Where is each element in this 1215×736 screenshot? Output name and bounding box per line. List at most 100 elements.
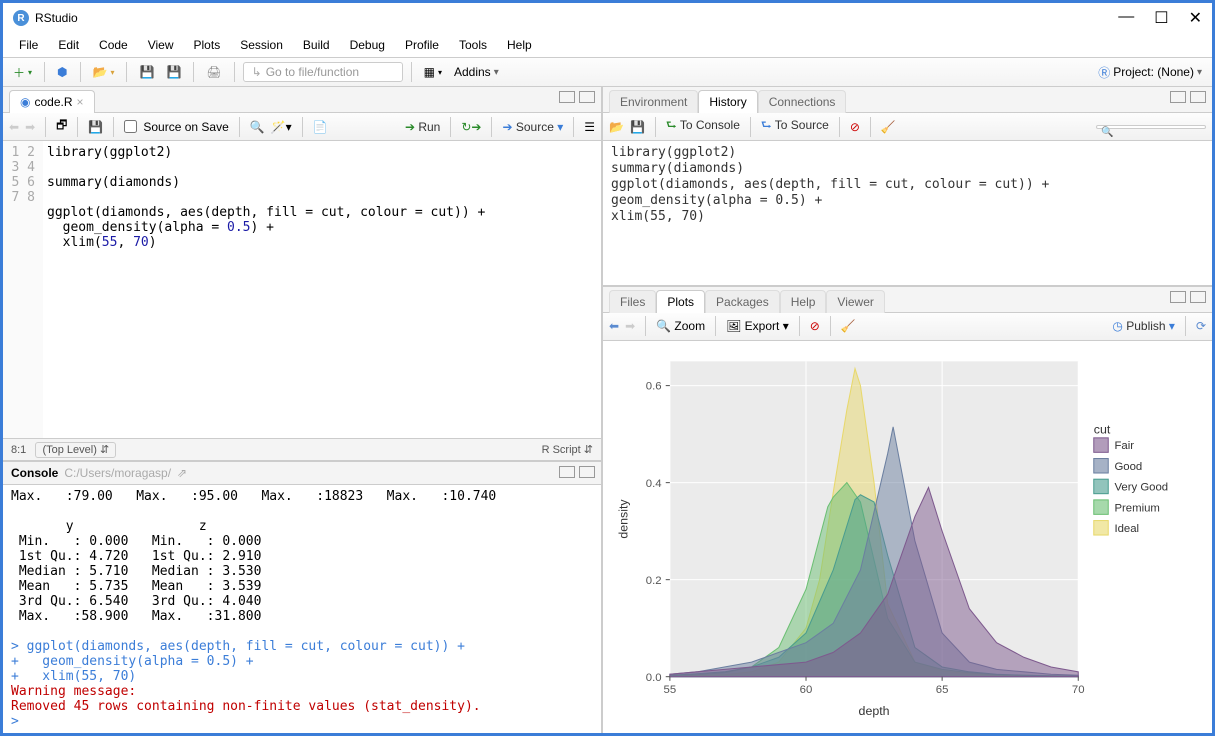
svg-text:65: 65 xyxy=(936,684,949,696)
project-dropdown[interactable]: Ⓡ Project: (None) xyxy=(1094,62,1206,83)
forward-button[interactable]: ➡ xyxy=(25,120,35,134)
maximize-pane-icon[interactable] xyxy=(1190,291,1206,303)
zoom-button[interactable]: 🔍 Zoom xyxy=(656,319,705,333)
plot-prev-button[interactable]: ⬅ xyxy=(609,319,619,333)
file-type-label[interactable]: R Script xyxy=(542,444,581,456)
remove-entry-button[interactable]: ⊘ xyxy=(850,120,860,134)
plot-viewer: 556065700.00.20.40.6depthdensitycutFairG… xyxy=(603,341,1212,733)
svg-text:cut: cut xyxy=(1094,423,1111,437)
menu-profile[interactable]: Profile xyxy=(397,36,447,54)
svg-text:Ideal: Ideal xyxy=(1114,523,1139,535)
minimize-pane-icon[interactable] xyxy=(1170,91,1186,103)
minimize-pane-icon[interactable] xyxy=(1170,291,1186,303)
editor-tab-code-r[interactable]: ◉ code.R × xyxy=(9,90,95,113)
menu-plots[interactable]: Plots xyxy=(186,36,229,54)
tab-packages[interactable]: Packages xyxy=(705,290,780,313)
new-project-button[interactable]: ⬢ xyxy=(53,63,71,81)
save-script-button[interactable]: 💾 xyxy=(88,120,103,134)
menu-session[interactable]: Session xyxy=(232,36,291,54)
new-file-button[interactable]: ＋▾ xyxy=(9,62,36,83)
wand-button[interactable]: 🪄▾ xyxy=(271,120,292,134)
maximize-pane-icon[interactable] xyxy=(579,91,595,103)
window-close-button[interactable]: ✕ xyxy=(1189,8,1202,28)
tab-viewer[interactable]: Viewer xyxy=(826,290,884,313)
show-in-new-window-button[interactable]: 🗗 xyxy=(56,116,67,137)
clear-history-button[interactable]: 🧹 xyxy=(881,120,896,134)
addins-dropdown[interactable]: Addins xyxy=(450,63,503,81)
menu-code[interactable]: Code xyxy=(91,36,136,54)
export-dropdown[interactable]: 🖼 Export ▾ xyxy=(726,319,789,333)
scope-dropdown[interactable]: (Top Level) ⇵ xyxy=(35,442,116,458)
tab-connections[interactable]: Connections xyxy=(758,90,847,113)
close-tab-icon[interactable]: × xyxy=(77,95,84,109)
editor-statusbar: 8:1 (Top Level) ⇵ R Script ⇵ xyxy=(3,438,601,460)
tab-help[interactable]: Help xyxy=(780,290,827,313)
console-path-icon[interactable]: ⇗ xyxy=(177,466,187,480)
history-toolbar: 📂 💾 ⮑ To Console ⮑ To Source ⊘ 🧹 xyxy=(603,113,1212,141)
load-history-button[interactable]: 📂 xyxy=(609,120,624,134)
workspace-panes-button[interactable]: ▦▾ xyxy=(420,63,446,81)
titlebar: R RStudio — ☐ ✕ xyxy=(3,3,1212,33)
cursor-position: 8:1 xyxy=(11,444,26,456)
plot-next-button[interactable]: ➡ xyxy=(625,319,635,333)
menu-tools[interactable]: Tools xyxy=(451,36,495,54)
plot-tabs: FilesPlotsPackagesHelpViewer xyxy=(603,287,1212,313)
svg-text:density: density xyxy=(616,498,630,538)
menu-edit[interactable]: Edit xyxy=(50,36,87,54)
menu-help[interactable]: Help xyxy=(499,36,540,54)
save-all-button[interactable]: 💾 xyxy=(162,63,185,81)
source-on-save-checkbox[interactable] xyxy=(124,120,137,133)
window-minimize-button[interactable]: — xyxy=(1118,8,1134,28)
svg-text:Good: Good xyxy=(1114,461,1142,473)
menu-file[interactable]: File xyxy=(11,36,46,54)
remove-plot-button[interactable]: ⊘ xyxy=(810,319,820,333)
clear-plots-button[interactable]: 🧹 xyxy=(841,319,856,333)
history-list[interactable]: library(ggplot2) summary(diamonds) ggplo… xyxy=(603,141,1212,285)
window-title: RStudio xyxy=(35,11,78,25)
open-file-button[interactable]: 📂▾ xyxy=(89,63,119,81)
tab-plots[interactable]: Plots xyxy=(656,290,705,313)
maximize-pane-icon[interactable] xyxy=(579,466,595,478)
compile-report-button[interactable]: 📄 xyxy=(313,120,328,134)
tab-files[interactable]: Files xyxy=(609,290,656,313)
history-search-input[interactable] xyxy=(1096,125,1206,129)
rstudio-logo-icon: R xyxy=(13,10,29,26)
minimize-pane-icon[interactable] xyxy=(559,91,575,103)
window-maximize-button[interactable]: ☐ xyxy=(1154,8,1168,28)
svg-text:0.4: 0.4 xyxy=(646,478,662,490)
refresh-plot-button[interactable]: ⟳ xyxy=(1196,319,1206,333)
svg-text:Fair: Fair xyxy=(1114,440,1134,452)
menu-build[interactable]: Build xyxy=(295,36,338,54)
menu-debug[interactable]: Debug xyxy=(342,36,393,54)
svg-text:0.0: 0.0 xyxy=(646,672,662,684)
code-editor[interactable]: 1 2 3 4 5 6 7 8 library(ggplot2) summary… xyxy=(3,141,601,438)
console-output[interactable]: Max. :79.00 Max. :95.00 Max. :18823 Max.… xyxy=(3,485,601,733)
rerun-button[interactable]: ↻➔ xyxy=(461,120,481,134)
source-button[interactable]: ➔ Source ▾ xyxy=(502,120,563,134)
save-history-button[interactable]: 💾 xyxy=(630,120,645,134)
svg-text:70: 70 xyxy=(1072,684,1085,696)
tab-history[interactable]: History xyxy=(698,90,757,113)
outline-button[interactable]: ☰ xyxy=(584,120,595,134)
goto-file-input[interactable]: ↳Go to file/function xyxy=(243,62,403,82)
run-button[interactable]: ➔ Run xyxy=(405,120,440,134)
svg-text:55: 55 xyxy=(664,684,677,696)
svg-text:60: 60 xyxy=(800,684,813,696)
to-console-button[interactable]: ⮑ To Console xyxy=(666,116,740,137)
minimize-pane-icon[interactable] xyxy=(559,466,575,478)
back-button[interactable]: ⬅ xyxy=(9,120,19,134)
menu-view[interactable]: View xyxy=(140,36,182,54)
save-button[interactable]: 💾 xyxy=(135,63,158,81)
print-button[interactable]: 🖨 xyxy=(202,63,225,81)
to-source-button[interactable]: ⮑ To Source xyxy=(761,116,829,137)
publish-dropdown[interactable]: ◷ Publish ▾ xyxy=(1112,319,1175,333)
menubar: FileEditCodeViewPlotsSessionBuildDebugPr… xyxy=(3,33,1212,57)
tab-environment[interactable]: Environment xyxy=(609,90,698,113)
main-toolbar: ＋▾ ⬢ 📂▾ 💾 💾 🖨 ↳Go to file/function ▦▾ Ad… xyxy=(3,57,1212,87)
find-button[interactable]: 🔍 xyxy=(250,120,265,134)
maximize-pane-icon[interactable] xyxy=(1190,91,1206,103)
editor-tabs: ◉ code.R × xyxy=(3,87,601,113)
source-on-save-label: Source on Save xyxy=(143,120,228,134)
svg-text:Premium: Premium xyxy=(1114,502,1159,514)
svg-text:0.2: 0.2 xyxy=(646,575,662,587)
